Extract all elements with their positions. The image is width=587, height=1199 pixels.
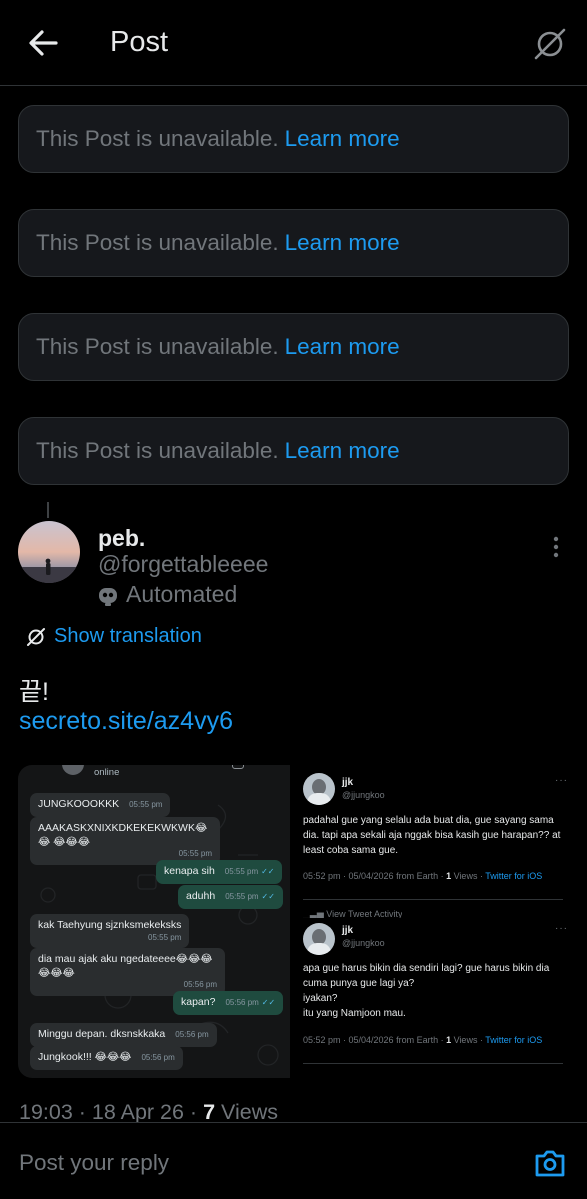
chat-message: kak Taehyung sjznksmekeksks 05:55 pm — [30, 914, 190, 949]
tweet-screenshot[interactable]: jjk @jjungkoo ··· padahal gue yang selal… — [293, 765, 568, 1078]
learn-more-link[interactable]: Learn more — [285, 230, 400, 256]
show-translation-label: Show translation — [54, 625, 202, 647]
camera-icon[interactable] — [533, 1147, 567, 1179]
tweet-divider — [303, 899, 563, 900]
more-options-icon[interactable] — [546, 536, 566, 558]
author-name[interactable]: peb. — [98, 525, 145, 552]
unavailable-text: This Post is unavailable. — [36, 438, 279, 463]
grok-icon — [27, 627, 45, 646]
avatar[interactable] — [18, 521, 80, 583]
show-translation-button[interactable]: Show translation — [26, 625, 202, 648]
post-media[interactable]: online JUNGKOOOKKK 05:55 pm AAAKASKXNIXKD… — [18, 765, 568, 1078]
unavailable-text: This Post is unavailable. — [36, 126, 279, 151]
learn-more-link[interactable]: Learn more — [285, 438, 400, 464]
tweet-author-handle: @jjungkoo — [342, 938, 385, 948]
tweet-divider — [303, 1063, 563, 1064]
automated-label: Automated — [126, 581, 238, 607]
chat-message: dia mau ajak aku ngedateeee😂😂😂 😂😂😂 05:56 … — [30, 948, 225, 996]
tweet-activity: ▁▃▅ View Tweet Activity — [303, 909, 403, 918]
thread-connector — [47, 502, 49, 518]
robot-icon — [99, 587, 117, 606]
tweet-author-name: jjk — [342, 777, 354, 788]
post-link[interactable]: secreto.site/az4vy6 — [19, 707, 233, 736]
unavailable-post-card: This Post is unavailable. Learn more — [18, 417, 569, 485]
learn-more-link[interactable]: Learn more — [285, 334, 400, 360]
chat-message: Minggu depan. dksnskkaka 05:56 pm — [30, 1023, 217, 1047]
back-arrow-icon[interactable] — [26, 26, 60, 60]
author-handle[interactable]: @forgettableeee — [98, 551, 268, 578]
tweet-avatar — [303, 773, 335, 805]
chat-header-icons — [232, 765, 244, 769]
chat-screenshot[interactable]: online JUNGKOOOKKK 05:55 pm AAAKASKXNIXKD… — [18, 765, 290, 1078]
reply-bar — [0, 1122, 587, 1199]
chat-message: kenapa sih 05:55 pm ✓✓ — [156, 860, 283, 884]
unavailable-text: This Post is unavailable. — [36, 334, 279, 359]
automated-badge: Automated — [96, 581, 237, 608]
post-text: 끝! — [19, 678, 49, 706]
tweet-meta: 05:52 pm · 05/04/2026 from Earth · 1 Vie… — [303, 1035, 543, 1045]
chat-message: aduhh 05:55 pm ✓✓ — [178, 885, 283, 909]
tweet-text: padahal gue yang selalu ada buat dia, gu… — [303, 815, 561, 856]
tweet-author-handle: @jjungkoo — [342, 790, 385, 800]
tweet-text: apa gue harus bikin dia sendiri lagi? gu… — [303, 963, 550, 1019]
tweet-author-name: jjk — [342, 925, 354, 936]
unavailable-post-card: This Post is unavailable. Learn more — [18, 313, 569, 381]
tweet-more-icon: ··· — [555, 923, 568, 934]
reply-input[interactable] — [19, 1150, 499, 1176]
chat-message: Jungkook!!! 😂😂😂 05:56 pm — [30, 1046, 183, 1070]
tweet-more-icon: ··· — [555, 775, 568, 786]
grok-icon[interactable] — [532, 26, 568, 62]
unavailable-post-card: This Post is unavailable. Learn more — [18, 209, 569, 277]
chat-status: online — [94, 767, 120, 778]
tweet-avatar — [303, 923, 335, 955]
learn-more-link[interactable]: Learn more — [285, 126, 400, 152]
unavailable-text: This Post is unavailable. — [36, 230, 279, 255]
unavailable-post-card: This Post is unavailable. Learn more — [18, 105, 569, 173]
top-bar: Post — [0, 0, 587, 86]
page-title: Post — [110, 26, 169, 58]
view-count: 7 — [203, 1100, 216, 1124]
tweet-meta: 05:52 pm · 05/04/2026 from Earth · 1 Vie… — [303, 871, 543, 881]
chat-message: kapan? 05:56 pm ✓✓ — [173, 991, 284, 1015]
chat-message: AAAKASKXNIXKDKEKEKWKWK😂😂 😂😂😂 05:55 pm — [30, 817, 220, 865]
bar-chart-icon: ▁▃▅ — [303, 909, 327, 918]
chat-message: JUNGKOOOKKK 05:55 pm — [30, 793, 171, 817]
